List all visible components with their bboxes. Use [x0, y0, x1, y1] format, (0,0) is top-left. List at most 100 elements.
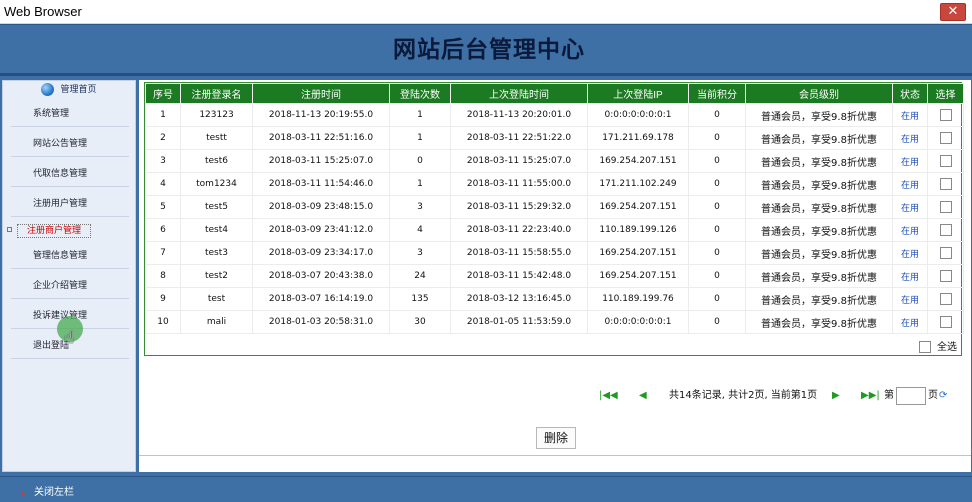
status-link[interactable]: 在用 — [892, 241, 928, 265]
cell-select — [927, 103, 964, 127]
status-link[interactable]: 在用 — [892, 218, 928, 242]
row-checkbox[interactable] — [939, 109, 952, 121]
status-link[interactable]: 在用 — [892, 126, 928, 150]
cell-select — [927, 172, 964, 196]
cell-member-level: 普通会员，享受9.8折优惠 — [745, 218, 893, 242]
row-checkbox[interactable] — [939, 270, 952, 282]
cell-login-count: 135 — [389, 287, 451, 311]
table-row: 7 test3 2018-03-09 23:34:17.0 3 2018-03-… — [145, 241, 964, 265]
cell-last-login-ip: 171.211.69.178 — [587, 126, 689, 150]
next-page-icon[interactable]: ▶ — [832, 387, 840, 405]
status-link[interactable]: 在用 — [892, 172, 928, 196]
cell-login-name: testt — [180, 126, 253, 150]
delete-button[interactable]: 删除 — [536, 427, 576, 449]
content-panel: 序号 注册登录名 注册时间 登陆次数 上次登陆时间 上次登陆IP 当前积分 会员… — [139, 80, 971, 472]
window-close-button[interactable]: ✕ — [940, 3, 966, 21]
sidebar-item-announcements[interactable]: 网站公告管理 — [11, 131, 129, 157]
row-checkbox[interactable] — [939, 247, 952, 259]
cell-no: 9 — [145, 287, 181, 311]
table-row: 8 test2 2018-03-07 20:43:38.0 24 2018-03… — [145, 264, 964, 288]
row-checkbox[interactable] — [939, 132, 952, 144]
sidebar-item-manage-info[interactable]: 管理信息管理 — [11, 243, 129, 269]
arrow-right-icon: ▸ — [22, 489, 27, 498]
cell-login-count: 3 — [389, 195, 451, 219]
close-sidebar-link[interactable]: 关闭左栏 — [34, 483, 74, 498]
page-number-input[interactable] — [896, 387, 926, 405]
cell-last-login-time: 2018-03-11 15:58:55.0 — [450, 241, 588, 265]
cell-points: 0 — [688, 195, 746, 219]
status-link[interactable]: 在用 — [892, 264, 928, 288]
page-title: 网站后台管理中心 — [393, 36, 585, 63]
cell-last-login-time: 2018-03-11 15:42:48.0 — [450, 264, 588, 288]
column-header: 选择 — [927, 83, 964, 104]
cell-member-level: 普通会员，享受9.8折优惠 — [745, 195, 893, 219]
table-row: 1 123123 2018-11-13 20:19:55.0 1 2018-11… — [145, 103, 964, 127]
column-header: 注册登录名 — [180, 83, 253, 104]
cell-login-name: test5 — [180, 195, 253, 219]
sidebar-item-company-intro[interactable]: 企业介绍管理 — [11, 273, 129, 299]
sidebar-item-label: 注册用户管理 — [33, 199, 88, 209]
table-header-row: 序号 注册登录名 注册时间 登陆次数 上次登陆时间 上次登陆IP 当前积分 会员… — [145, 83, 964, 104]
cell-points: 0 — [688, 241, 746, 265]
cell-login-name: 123123 — [180, 103, 253, 127]
table-row: 10 mali 2018-01-03 20:58:31.0 30 2018-01… — [145, 310, 964, 334]
row-checkbox[interactable] — [939, 178, 952, 190]
cell-no: 6 — [145, 218, 181, 242]
cell-no: 7 — [145, 241, 181, 265]
cell-last-login-time: 2018-03-11 15:25:07.0 — [450, 149, 588, 173]
cell-reg-time: 2018-11-13 20:19:55.0 — [252, 103, 390, 127]
table-row: 4 tom1234 2018-03-11 11:54:46.0 1 2018-0… — [145, 172, 964, 196]
prev-page-icon[interactable]: ◀ — [639, 387, 647, 405]
cell-last-login-time: 2018-01-05 11:53:59.0 — [450, 310, 588, 334]
cell-last-login-ip: 169.254.207.151 — [587, 195, 689, 219]
content-divider — [139, 455, 971, 456]
cell-member-level: 普通会员，享受9.8折优惠 — [745, 103, 893, 127]
cell-select — [927, 218, 964, 242]
go-refresh-icon[interactable]: ⟳ — [939, 387, 947, 405]
sidebar-item-label: 注册商户管理 — [26, 226, 81, 236]
window-title: Web Browser — [4, 4, 82, 19]
column-header: 登陆次数 — [389, 83, 451, 104]
cell-last-login-time: 2018-03-12 13:16:45.0 — [450, 287, 588, 311]
row-checkbox[interactable] — [939, 201, 952, 213]
status-link[interactable]: 在用 — [892, 310, 928, 334]
pagination-summary: 共14条记录, 共计2页, 当前第1页 — [669, 390, 818, 401]
cell-member-level: 普通会员，享受9.8折优惠 — [745, 126, 893, 150]
hand-cursor-icon: ☝ — [64, 328, 75, 348]
main-frame: 管理首页 系统管理 网站公告管理 代取信息管理 注册用户管理 注册商户管理 管理… — [0, 76, 972, 476]
cell-last-login-ip: 0:0:0:0:0:0:0:1 — [587, 103, 689, 127]
cell-reg-time: 2018-03-11 15:25:07.0 — [252, 149, 390, 173]
status-link[interactable]: 在用 — [892, 195, 928, 219]
sidebar-home-link[interactable]: 管理首页 — [3, 81, 135, 99]
cell-select — [927, 149, 964, 173]
last-page-icon[interactable]: ▶▶| — [861, 387, 880, 405]
cell-login-count: 4 — [389, 218, 451, 242]
row-checkbox[interactable] — [939, 293, 952, 305]
sidebar-home-label: 管理首页 — [60, 85, 97, 95]
first-page-icon[interactable]: |◀◀ — [599, 387, 618, 405]
cell-last-login-time: 2018-11-13 20:20:01.0 — [450, 103, 588, 127]
sidebar-item-system[interactable]: 系统管理 — [11, 101, 129, 127]
select-all-checkbox[interactable] — [919, 341, 931, 353]
table-row: 5 test5 2018-03-09 23:48:15.0 3 2018-03-… — [145, 195, 964, 219]
cell-last-login-ip: 169.254.207.151 — [587, 241, 689, 265]
cell-reg-time: 2018-03-09 23:48:15.0 — [252, 195, 390, 219]
page-jump-prefix: 第 — [884, 390, 894, 401]
column-header: 序号 — [145, 83, 181, 104]
cell-points: 0 — [688, 126, 746, 150]
cell-points: 0 — [688, 172, 746, 196]
close-icon: ✕ — [947, 4, 959, 19]
status-link[interactable]: 在用 — [892, 103, 928, 127]
row-checkbox[interactable] — [939, 316, 952, 328]
status-link[interactable]: 在用 — [892, 287, 928, 311]
sidebar-item-registered-merchants[interactable]: 注册商户管理 — [17, 224, 91, 238]
row-checkbox[interactable] — [939, 224, 952, 236]
table-row: 6 test4 2018-03-09 23:41:12.0 4 2018-03-… — [145, 218, 964, 242]
table-row: 2 testt 2018-03-11 22:51:16.0 1 2018-03-… — [145, 126, 964, 150]
sidebar-item-pickup-info[interactable]: 代取信息管理 — [11, 161, 129, 187]
sidebar-item-registered-users[interactable]: 注册用户管理 — [11, 191, 129, 217]
status-link[interactable]: 在用 — [892, 149, 928, 173]
column-header: 当前积分 — [688, 83, 746, 104]
cell-member-level: 普通会员，享受9.8折优惠 — [745, 172, 893, 196]
row-checkbox[interactable] — [939, 155, 952, 167]
